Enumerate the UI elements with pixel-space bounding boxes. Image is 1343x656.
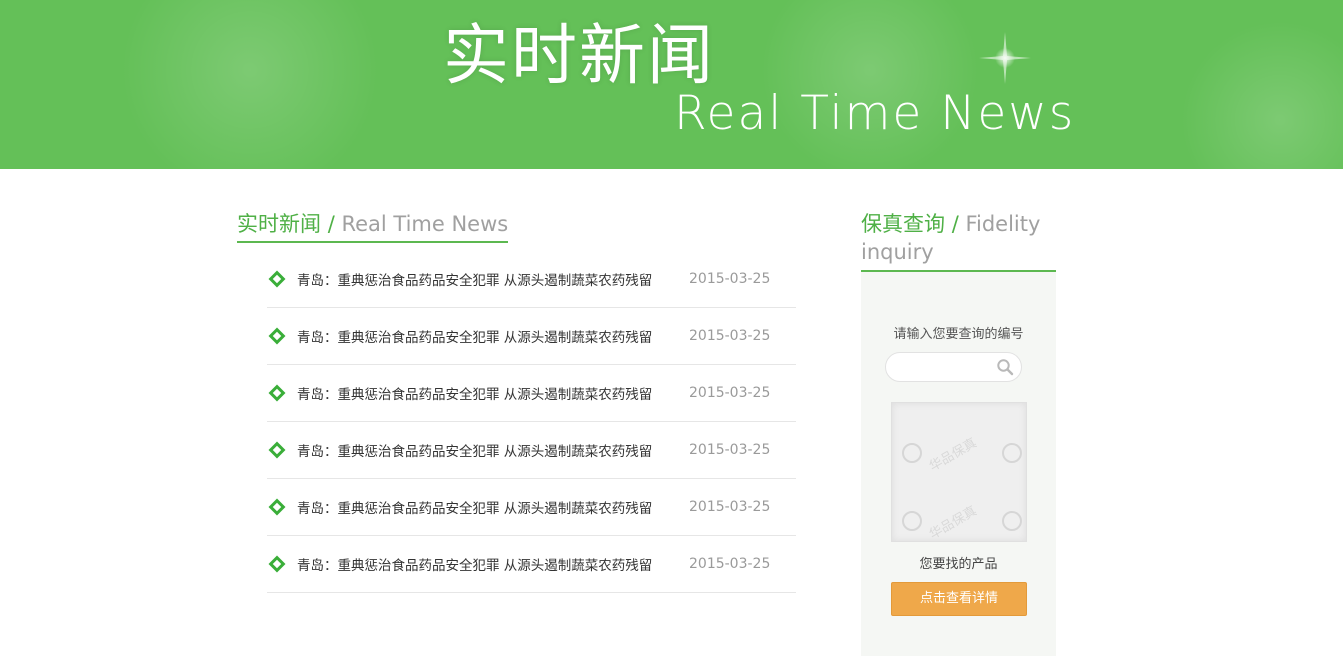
watermark-pattern: 华品保真 华品保真 — [902, 436, 1022, 543]
sparkle-icon — [979, 32, 1031, 84]
news-date: 2015-03-25 — [689, 271, 771, 287]
news-date: 2015-03-25 — [689, 385, 771, 401]
heading-separator: / — [951, 212, 959, 236]
news-list-item[interactable]: 青岛：重典惩治食品药品安全犯罪 从源头遏制蔬菜农药残留 2015-03-25 — [267, 251, 796, 308]
banner-glow — [120, 0, 380, 169]
news-list-item[interactable]: 青岛：重典惩治食品药品安全犯罪 从源头遏制蔬菜农药残留 2015-03-25 — [267, 479, 796, 536]
diamond-icon — [268, 270, 286, 288]
news-heading-cn: 实时新闻 — [237, 212, 321, 236]
fidelity-section-heading: 保真查询 / Fidelity inquiry — [861, 210, 1056, 272]
news-section-heading: 实时新闻 / Real Time News — [237, 210, 509, 243]
search-icon[interactable] — [996, 358, 1014, 376]
news-date: 2015-03-25 — [689, 499, 771, 515]
diamond-icon — [268, 498, 286, 516]
banner: 实时新闻 Real Time News — [0, 0, 1343, 169]
news-heading-en: Real Time News — [341, 212, 509, 236]
news-list: 青岛：重典惩治食品药品安全犯罪 从源头遏制蔬菜农药残留 2015-03-25 青… — [267, 251, 796, 593]
diamond-icon — [268, 441, 286, 459]
fidelity-seal-image: 华品保真 华品保真 — [891, 402, 1027, 543]
view-details-button[interactable]: 点击查看详情 — [891, 582, 1027, 616]
banner-title-cn: 实时新闻 — [443, 17, 715, 94]
news-list-item[interactable]: 青岛：重典惩治食品药品安全犯罪 从源头遏制蔬菜农药残留 2015-03-25 — [267, 422, 796, 479]
product-label: 您要找的产品 — [919, 557, 998, 572]
seal-watermark-text: 华品保真 — [927, 436, 980, 475]
news-title-link[interactable]: 青岛：重典惩治食品药品安全犯罪 从源头遏制蔬菜农药残留 — [297, 326, 689, 346]
diamond-icon — [268, 327, 286, 345]
news-list-item[interactable]: 青岛：重典惩治食品药品安全犯罪 从源头遏制蔬菜农药残留 2015-03-25 — [267, 536, 796, 593]
diamond-icon — [268, 555, 286, 573]
news-date: 2015-03-25 — [689, 442, 771, 458]
news-title-link[interactable]: 青岛：重典惩治食品药品安全犯罪 从源头遏制蔬菜农药残留 — [297, 554, 689, 574]
news-title-link[interactable]: 青岛：重典惩治食品药品安全犯罪 从源头遏制蔬菜农药残留 — [297, 269, 689, 289]
news-list-item[interactable]: 青岛：重典惩治食品药品安全犯罪 从源头遏制蔬菜农药残留 2015-03-25 — [267, 365, 796, 422]
banner-glow — [1180, 20, 1343, 169]
news-title-link[interactable]: 青岛：重典惩治食品药品安全犯罪 从源头遏制蔬菜农药残留 — [297, 440, 689, 460]
news-list-item[interactable]: 青岛：重典惩治食品药品安全犯罪 从源头遏制蔬菜农药残留 2015-03-25 — [267, 308, 796, 365]
banner-title-en: Real Time News — [674, 86, 1076, 141]
fidelity-panel: 请输入您要查询的编号 华品保真 华品保真 您要找的产品 点击查看详情 — [861, 272, 1056, 656]
news-date: 2015-03-25 — [689, 328, 771, 344]
seal-watermark-text: 华品保真 — [927, 504, 980, 543]
banner-glow — [760, 0, 980, 169]
news-title-link[interactable]: 青岛：重典惩治食品药品安全犯罪 从源头遏制蔬菜农药残留 — [297, 497, 689, 517]
news-date: 2015-03-25 — [689, 556, 771, 572]
diamond-icon — [268, 384, 286, 402]
heading-separator: / — [327, 212, 335, 236]
search-prompt: 请输入您要查询的编号 — [893, 327, 1024, 342]
fidelity-heading-cn: 保真查询 — [861, 212, 945, 236]
news-title-link[interactable]: 青岛：重典惩治食品药品安全犯罪 从源头遏制蔬菜农药残留 — [297, 383, 689, 403]
